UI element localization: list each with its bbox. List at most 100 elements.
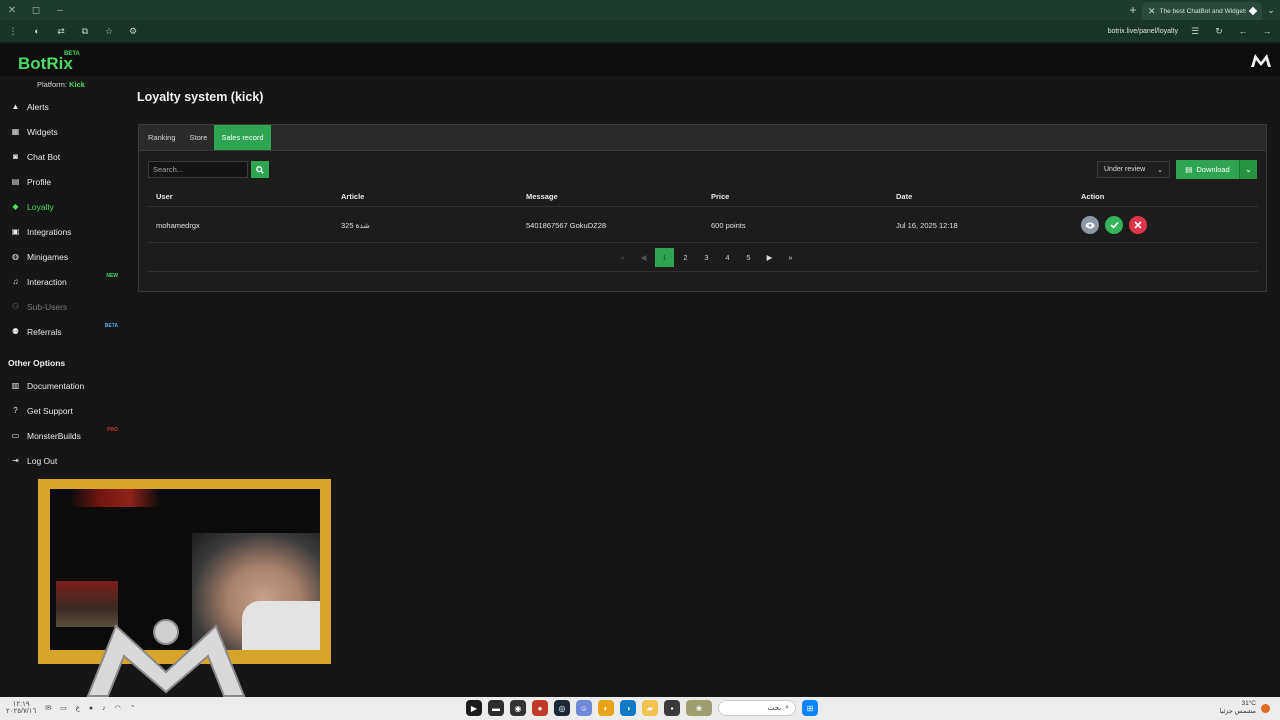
first-page-icon[interactable]: « bbox=[613, 248, 632, 267]
tab-close-icon[interactable]: ✕ bbox=[1148, 6, 1156, 17]
monster-logo-icon[interactable] bbox=[1250, 52, 1272, 68]
app-2-icon[interactable]: ▬ bbox=[488, 700, 504, 716]
url-field[interactable]: botrix.live/panel/loyalty bbox=[1108, 28, 1178, 35]
app-1-icon[interactable]: ▶ bbox=[466, 700, 482, 716]
robot-icon: ◙ bbox=[13, 152, 18, 161]
sun-icon bbox=[1261, 703, 1270, 713]
other-options-title: Other Options bbox=[8, 358, 66, 368]
brand-logo[interactable]: BotRix bbox=[18, 54, 73, 74]
browser-tab[interactable]: ✕ The best ChatBot and Widgets bbox=[1142, 2, 1262, 20]
sidebar-item-alerts[interactable]: ▲ Alerts bbox=[0, 94, 126, 119]
bookmark-star-icon[interactable]: ☆ bbox=[102, 26, 116, 37]
sidebar-item-monsterbuilds[interactable]: ▭ MonsterBuilds PRO bbox=[0, 423, 126, 448]
sidebar-item-widgets[interactable]: ▦ Widgets bbox=[0, 119, 126, 144]
pro-badge: PRO bbox=[107, 427, 118, 433]
page-current[interactable]: 1 bbox=[655, 248, 674, 267]
tab-sales-record[interactable]: Sales record bbox=[214, 125, 271, 150]
column-message[interactable]: Message bbox=[526, 192, 558, 201]
last-page-icon[interactable]: » bbox=[781, 248, 800, 267]
gamepad-icon: ◍ bbox=[12, 252, 19, 261]
column-article[interactable]: Article bbox=[341, 192, 364, 201]
prev-page-icon[interactable]: ◀ bbox=[634, 248, 653, 267]
sidebar-item-chat-bot[interactable]: ◙ Chat Bot bbox=[0, 144, 126, 169]
chrome-icon[interactable]: ◐ bbox=[598, 700, 614, 716]
translate-icon[interactable]: ⇄ bbox=[54, 26, 68, 37]
logout-icon: ⇥ bbox=[12, 456, 19, 465]
forward-icon[interactable]: → bbox=[1260, 26, 1274, 36]
page-2[interactable]: 2 bbox=[676, 248, 695, 267]
page-3[interactable]: 3 bbox=[697, 248, 716, 267]
id-card-icon: ▤ bbox=[11, 177, 20, 186]
extension-icon[interactable]: ◐ bbox=[30, 26, 44, 36]
language-indicator[interactable]: ع bbox=[76, 704, 80, 712]
weather-widget[interactable]: 31°C مشمس جزئيا bbox=[1220, 700, 1270, 716]
site-settings-icon[interactable]: ⚙ bbox=[126, 26, 140, 37]
sidebar-item-sub-users[interactable]: ⚇ Sub-Users bbox=[0, 294, 126, 319]
steam-icon[interactable]: ◎ bbox=[554, 700, 570, 716]
taskbar-search[interactable]: بحث ⌕ bbox=[718, 700, 796, 716]
address-bar: ⋮ ◐ ⇄ ⧉ ☆ ⚙ botrix.live/panel/loyalty ☰ … bbox=[0, 20, 1280, 43]
start-menu-icon[interactable]: ⊞ bbox=[802, 700, 818, 716]
platform-indicator: Platform: Kick bbox=[37, 80, 85, 89]
tray-chevron-icon[interactable]: ⌃ bbox=[130, 704, 136, 712]
sidebar-item-log-out[interactable]: ⇥ Log Out bbox=[0, 448, 126, 473]
speaker-icon[interactable]: ♪ bbox=[102, 705, 106, 712]
grid-icon: ▦ bbox=[11, 127, 20, 136]
tab-store[interactable]: Store bbox=[183, 125, 215, 150]
download-options-button[interactable]: ⌄ bbox=[1239, 160, 1257, 179]
search-button[interactable] bbox=[251, 161, 269, 178]
app-4-icon[interactable]: ● bbox=[532, 700, 548, 716]
tab-ranking[interactable]: Ranking bbox=[141, 125, 183, 150]
sidebar-item-profile[interactable]: ▤ Profile bbox=[0, 169, 126, 194]
sidebar-item-get-support[interactable]: ? Get Support bbox=[0, 398, 126, 423]
discord-icon[interactable]: ☺ bbox=[576, 700, 592, 716]
sidebar-item-minigames[interactable]: ◍ Minigames bbox=[0, 244, 126, 269]
file-explorer-icon[interactable]: ▰ bbox=[642, 700, 658, 716]
sidebar: Platform: Kick ▲ Alerts ▦ Widgets ◙ Chat… bbox=[0, 76, 126, 476]
new-tab-button[interactable]: + bbox=[1124, 3, 1142, 17]
page-5[interactable]: 5 bbox=[739, 248, 758, 267]
reject-button[interactable] bbox=[1129, 216, 1147, 234]
sidebar-item-loyalty[interactable]: ◆ Loyalty bbox=[0, 194, 126, 219]
network-icon[interactable]: ◠ bbox=[115, 704, 121, 712]
sidebar-item-documentation[interactable]: ▥ Documentation bbox=[0, 373, 126, 398]
sidebar-item-referrals[interactable]: ⚉ Referrals BETA bbox=[0, 319, 126, 344]
obs-icon[interactable]: ◉ bbox=[510, 700, 526, 716]
pagination: « ◀ 1 2 3 4 5 ▶ » bbox=[613, 248, 800, 267]
share-icon[interactable]: ⧉ bbox=[78, 26, 92, 37]
brand-beta-badge: BETA bbox=[64, 51, 80, 57]
monitor-icon: ▭ bbox=[11, 431, 20, 440]
table-divider bbox=[147, 271, 1258, 272]
menu-dots-icon[interactable]: ⋮ bbox=[6, 26, 20, 37]
notifications-icon[interactable]: ✉ bbox=[45, 704, 51, 712]
sidebar-item-integrations[interactable]: ▣ Integrations bbox=[0, 219, 126, 244]
mic-icon[interactable]: ● bbox=[89, 705, 93, 712]
column-date[interactable]: Date bbox=[896, 192, 912, 201]
status-filter-select[interactable]: Under review ⌄ bbox=[1097, 161, 1170, 178]
next-page-icon[interactable]: ▶ bbox=[760, 248, 779, 267]
loyalty-panel: Ranking Store Sales record Under review … bbox=[138, 124, 1267, 292]
close-window-icon[interactable]: ✕ bbox=[0, 5, 24, 16]
reload-icon[interactable]: ↻ bbox=[1212, 26, 1226, 37]
cell-article: 325 شدة bbox=[341, 221, 370, 230]
restore-window-icon[interactable]: ◻ bbox=[24, 5, 48, 16]
edge-icon[interactable]: ◑ bbox=[620, 700, 636, 716]
search-input[interactable] bbox=[148, 161, 248, 178]
column-user[interactable]: User bbox=[156, 192, 173, 201]
sidebar-item-interaction[interactable]: ♫ Interaction NEW bbox=[0, 269, 126, 294]
app-10-icon[interactable]: ▪ bbox=[664, 700, 680, 716]
widgets-icon[interactable]: ❀ bbox=[686, 700, 712, 716]
tab-list-chevron-icon[interactable]: ⌄ bbox=[1262, 5, 1280, 16]
back-icon[interactable]: ← bbox=[1236, 26, 1250, 36]
display-icon[interactable]: ▭ bbox=[60, 704, 67, 712]
approve-button[interactable] bbox=[1105, 216, 1123, 234]
download-button[interactable]: ▤ Download bbox=[1176, 160, 1239, 179]
page-4[interactable]: 4 bbox=[718, 248, 737, 267]
clock[interactable]: ١٢:١٩ ٢٠٢٥/٧/١٦ bbox=[6, 701, 36, 715]
column-price[interactable]: Price bbox=[711, 192, 729, 201]
cell-message: 5401867567 GokuDZ28 bbox=[526, 221, 607, 230]
site-info-icon[interactable]: ☰ bbox=[1188, 26, 1202, 37]
users-icon: ⚇ bbox=[11, 302, 20, 311]
minimize-window-icon[interactable]: – bbox=[48, 5, 72, 16]
view-button[interactable] bbox=[1081, 216, 1099, 234]
